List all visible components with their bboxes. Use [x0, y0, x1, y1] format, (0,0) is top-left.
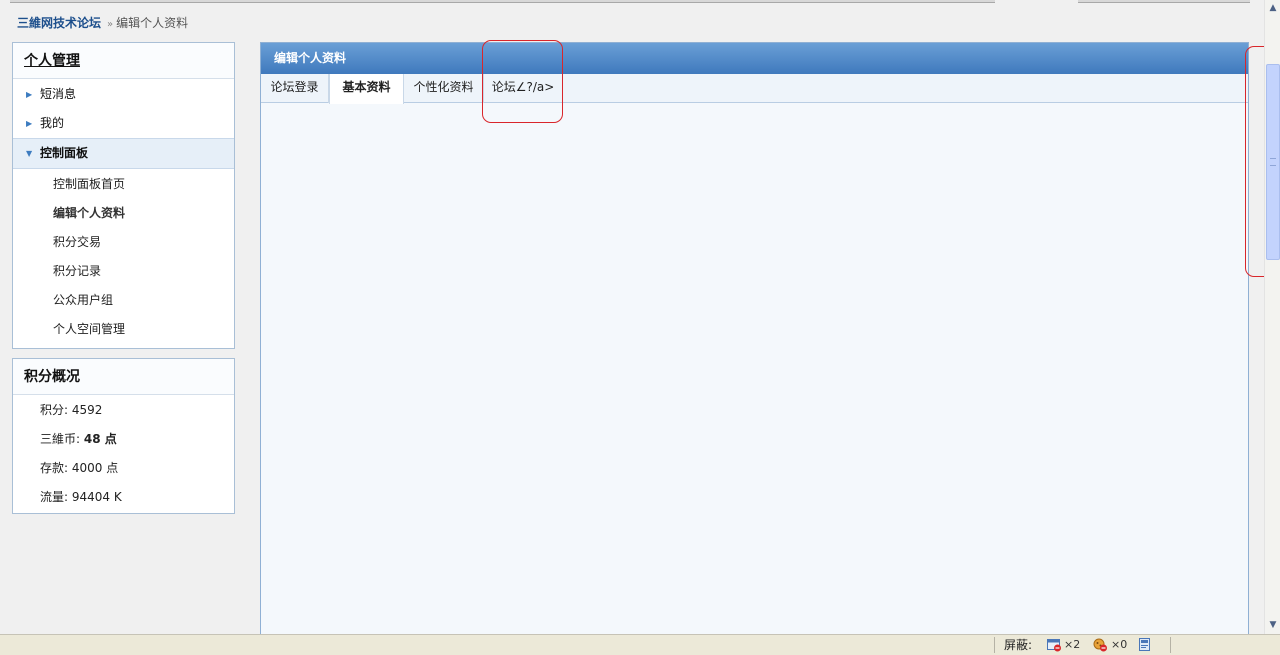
vertical-scrollbar[interactable]: ▲ ▼ [1264, 0, 1280, 635]
cookie-blocked-icon[interactable] [1093, 638, 1108, 652]
ad-filter-icon[interactable] [1138, 638, 1153, 652]
breadcrumb-home-link[interactable]: 三維网技术论坛 [17, 16, 101, 30]
blocked-label: 屏蔽: [1004, 638, 1033, 652]
top-bar-segment [1078, 0, 1250, 3]
sidebar-subitem-credit-log[interactable]: 积分记录 [13, 257, 234, 286]
score-row-credits: 积分: 4592 [13, 396, 234, 425]
status-bar: 屏蔽: ×2 ×0 [0, 634, 1280, 655]
score-row-deposit: 存款: 4000 点 [13, 454, 234, 483]
breadcrumb-current: 编辑个人资料 [116, 16, 189, 30]
top-strip [0, 0, 1264, 4]
panel-title[interactable]: 个人管理 [13, 43, 234, 79]
popup-blocked-count: ×2 [1064, 638, 1081, 651]
breadcrumb: 三維网技术论坛 » 编辑个人资料 [17, 14, 188, 32]
score-value: 94404 K [71, 490, 122, 504]
sidebar-item-control-panel[interactable]: ▼ 控制面板 [13, 138, 234, 169]
score-row-coins: 三維币: 48 点 [13, 425, 234, 454]
score-value: 48 点 [83, 432, 117, 446]
sidebar-item-label: 控制面板 [40, 146, 89, 160]
score-label: 存款: [40, 461, 72, 475]
sidebar-subitem-space-manage[interactable]: 个人空间管理 [13, 315, 234, 344]
breadcrumb-separator: » [107, 19, 114, 30]
main-panel-header: 编辑个人资料 [261, 43, 1248, 74]
scroll-down-icon[interactable]: ▼ [1266, 617, 1280, 633]
edit-profile-panel: 编辑个人资料 论坛登录 基本资料 个性化资料 论坛∠?/a> [260, 42, 1249, 642]
score-row-traffic: 流量: 94404 K [13, 483, 234, 512]
sidebar-item-label: 短消息 [40, 87, 77, 101]
annotation-circle [482, 40, 563, 123]
sidebar-subitem-control-home[interactable]: 控制面板首页 [13, 170, 234, 199]
cookie-blocked-count: ×0 [1111, 638, 1128, 651]
scroll-up-icon[interactable]: ▲ [1266, 0, 1280, 16]
triangle-right-icon: ▶ [26, 90, 33, 99]
sidebar-subitem-credit-trade[interactable]: 积分交易 [13, 228, 234, 257]
scrollbar-thumb[interactable] [1266, 64, 1280, 260]
sidebar-item-mine[interactable]: ▶ 我的 [13, 109, 234, 138]
top-bar-segment [10, 0, 995, 3]
triangle-down-icon: ▼ [26, 149, 33, 158]
score-label: 积分: [40, 403, 72, 417]
status-divider [994, 637, 995, 653]
tab-personalized-info[interactable]: 个性化资料 [404, 74, 484, 103]
status-divider [1170, 637, 1171, 653]
sidebar-item-label: 我的 [40, 116, 65, 130]
tab-basic-info[interactable]: 基本资料 [329, 74, 404, 104]
popup-blocked-icon[interactable] [1047, 638, 1062, 652]
profile-tabs: 论坛登录 基本资料 个性化资料 论坛∠?/a> [261, 74, 1248, 104]
sidebar-subitem-public-groups[interactable]: 公众用户组 [13, 286, 234, 315]
panel-title: 积分概况 [13, 359, 234, 395]
personal-management-panel: 个人管理 ▶ 短消息 ▶ 我的 ▼ 控制面板 控制面板首页 编辑个人资料 积分交… [12, 42, 235, 349]
score-value: 4000 点 [71, 461, 119, 475]
sidebar-subitem-edit-profile[interactable]: 编辑个人资料 [13, 199, 234, 228]
tab-forum-login[interactable]: 论坛登录 [261, 74, 329, 103]
triangle-right-icon: ▶ [26, 119, 33, 128]
sidebar-item-messages[interactable]: ▶ 短消息 [13, 80, 234, 109]
score-value: 4592 [71, 403, 103, 417]
grip-icon [1270, 158, 1276, 166]
score-label: 流量: [40, 490, 72, 504]
score-overview-panel: 积分概况 积分: 4592 三維币: 48 点 存款: 4000 点 流量: 9… [12, 358, 235, 514]
score-label: 三維币: [40, 432, 84, 446]
